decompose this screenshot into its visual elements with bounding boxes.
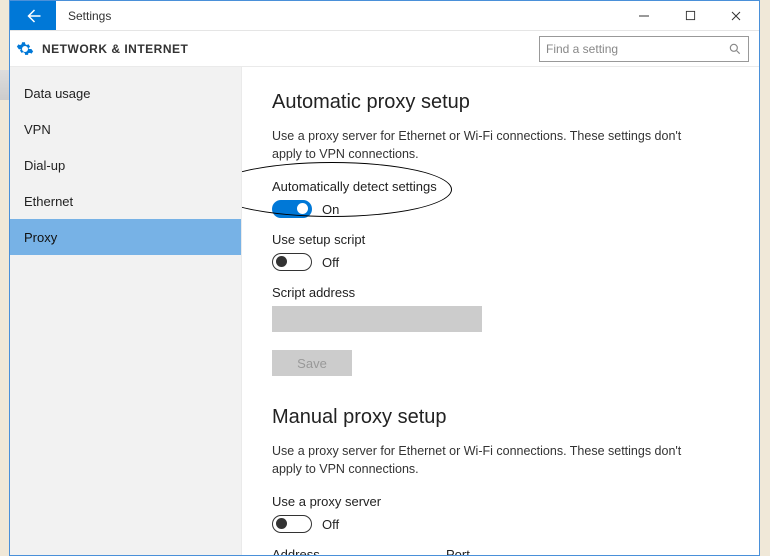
section-title: NETWORK & INTERNET — [42, 42, 188, 56]
maximize-icon — [685, 10, 696, 21]
sidebar-item-ethernet[interactable]: Ethernet — [10, 183, 241, 219]
save-button[interactable]: Save — [272, 350, 352, 376]
toggle-knob — [276, 518, 287, 529]
search-icon — [728, 42, 742, 56]
sidebar-item-label: Dial-up — [24, 158, 65, 173]
content-pane: Automatic proxy setup Use a proxy server… — [242, 67, 759, 555]
settings-window: Settings NETWORK & INTERNET Data usage V… — [9, 0, 760, 556]
sidebar-item-vpn[interactable]: VPN — [10, 111, 241, 147]
auto-detect-state: On — [322, 202, 339, 217]
sidebar-item-label: Ethernet — [24, 194, 73, 209]
toggle-knob — [297, 203, 308, 214]
setup-script-state: Off — [322, 255, 339, 270]
background-fragment — [0, 70, 9, 100]
sidebar-item-data-usage[interactable]: Data usage — [10, 75, 241, 111]
manual-port-label: Port — [446, 547, 546, 555]
minimize-button[interactable] — [621, 1, 667, 30]
use-proxy-state: Off — [322, 517, 339, 532]
manual-address-label: Address — [272, 547, 422, 555]
titlebar: Settings — [10, 1, 759, 31]
minimize-icon — [638, 10, 650, 22]
arrow-left-icon — [24, 7, 42, 25]
setup-script-toggle[interactable] — [272, 253, 312, 271]
auto-detect-label: Automatically detect settings — [272, 179, 729, 194]
search-input[interactable] — [546, 42, 728, 56]
back-button[interactable] — [10, 1, 56, 30]
auto-heading: Automatic proxy setup — [272, 91, 729, 114]
script-address-label: Script address — [272, 285, 729, 300]
titlebar-spacer — [123, 1, 621, 30]
sidebar-item-label: VPN — [24, 122, 51, 137]
use-proxy-label: Use a proxy server — [272, 494, 729, 509]
use-proxy-toggle[interactable] — [272, 515, 312, 533]
close-icon — [730, 10, 742, 22]
sidebar-item-proxy[interactable]: Proxy — [10, 219, 241, 255]
close-button[interactable] — [713, 1, 759, 30]
setup-script-label: Use setup script — [272, 232, 729, 247]
gear-icon — [16, 40, 34, 58]
auto-description: Use a proxy server for Ethernet or Wi-Fi… — [272, 128, 682, 163]
search-box[interactable] — [539, 36, 749, 62]
sidebar-item-label: Data usage — [24, 86, 91, 101]
manual-description: Use a proxy server for Ethernet or Wi-Fi… — [272, 443, 682, 478]
maximize-button[interactable] — [667, 1, 713, 30]
manual-heading: Manual proxy setup — [272, 406, 729, 429]
script-address-input[interactable] — [272, 306, 482, 332]
body: Data usage VPN Dial-up Ethernet Proxy Au… — [10, 67, 759, 555]
header-row: NETWORK & INTERNET — [10, 31, 759, 67]
sidebar-item-label: Proxy — [24, 230, 57, 245]
toggle-knob — [276, 256, 287, 267]
sidebar: Data usage VPN Dial-up Ethernet Proxy — [10, 67, 242, 555]
sidebar-item-dial-up[interactable]: Dial-up — [10, 147, 241, 183]
window-title: Settings — [56, 1, 123, 30]
auto-detect-toggle[interactable] — [272, 200, 312, 218]
